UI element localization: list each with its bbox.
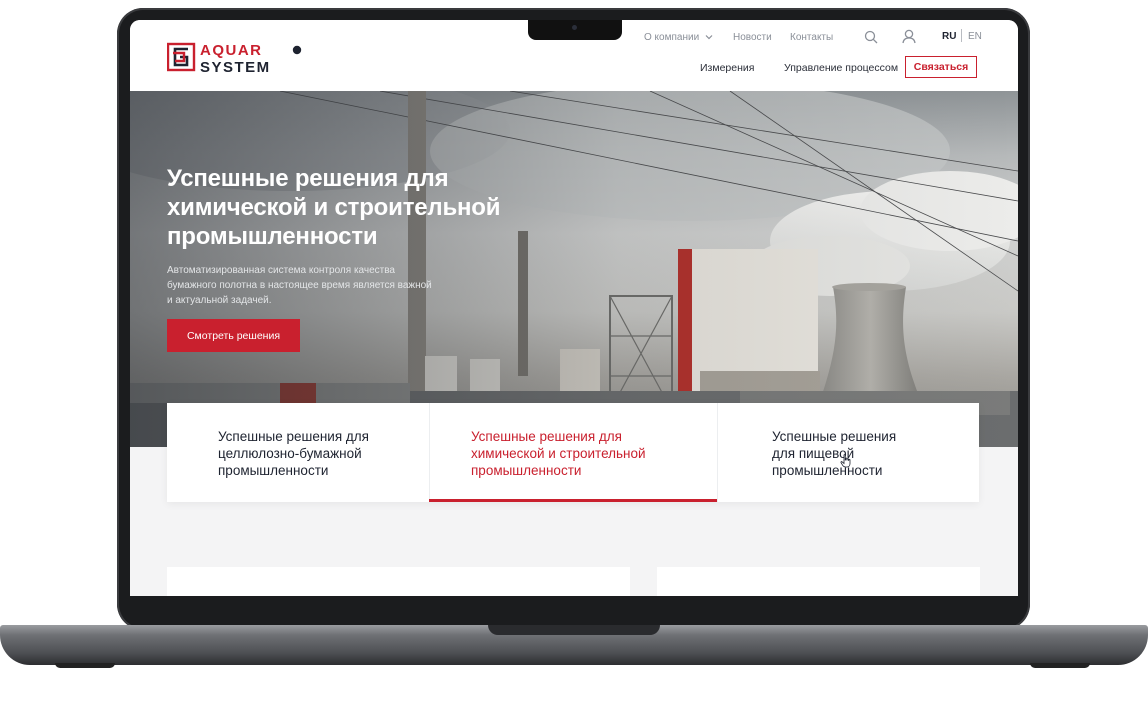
nav-about-label: О компании [644, 32, 700, 43]
nav-contacts[interactable]: Контакты [790, 32, 833, 43]
content-card [657, 567, 980, 596]
active-tab-indicator [429, 499, 717, 502]
camera-icon [572, 25, 577, 30]
tab-pulp-paper[interactable]: Успешные решения для целлюлозно-бумажной… [167, 403, 429, 502]
brand-logo[interactable]: AQUAR SYSTEM [167, 39, 307, 75]
browser-screen: AQUAR SYSTEM О компании Новости Контакты… [130, 20, 1018, 596]
laptop-groove [488, 625, 660, 635]
view-solutions-button[interactable]: Смотреть решения [167, 319, 300, 352]
lang-en[interactable]: EN [968, 31, 982, 42]
user-icon[interactable] [902, 29, 916, 44]
laptop-foot [1030, 663, 1090, 668]
tab-chemical-construction[interactable]: Успешные решения для химической и строит… [429, 403, 717, 502]
hand-pointer-icon [840, 454, 851, 468]
tab-label: Успешные решения для целлюлозно-бумажной… [218, 429, 369, 478]
nav-about[interactable]: О компании [644, 32, 713, 43]
nav-process-control[interactable]: Управление процессом [784, 62, 898, 74]
nav-measurements[interactable]: Измерения [700, 62, 754, 74]
nav-news[interactable]: Новости [733, 32, 772, 43]
contact-button[interactable]: Связаться [905, 56, 977, 78]
content-card [167, 567, 630, 596]
brand-name-top: AQUAR [200, 42, 263, 59]
hero-section: Успешные решения для химической и строит… [130, 91, 1018, 447]
tab-food[interactable]: Успешные решения для пищевой промышленно… [717, 403, 979, 502]
hero-title: Успешные решения для химической и строит… [167, 165, 501, 250]
laptop-foot [55, 663, 115, 668]
solutions-tabs: Успешные решения для целлюлозно-бумажной… [167, 403, 979, 502]
hero-subtitle: Автоматизированная система контроля каче… [167, 265, 432, 306]
brand-name-bottom: SYSTEM [200, 59, 271, 75]
tab-label: Успешные решения для химической и строит… [471, 429, 646, 478]
lang-divider [961, 29, 962, 42]
camera-notch [528, 20, 622, 40]
chevron-down-icon [705, 35, 713, 40]
search-icon[interactable] [864, 30, 878, 44]
lang-ru[interactable]: RU [942, 31, 956, 42]
